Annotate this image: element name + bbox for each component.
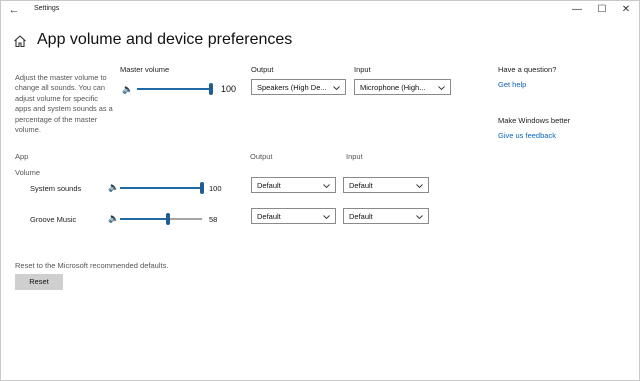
- make-windows-better-heading: Make Windows better: [498, 116, 571, 125]
- slider-thumb[interactable]: [165, 213, 170, 225]
- groove-music-volume-slider[interactable]: [120, 213, 202, 225]
- settings-window: ← Settings — ☐ ✕ App volume and device p…: [0, 0, 640, 381]
- chevron-down-icon: [416, 215, 423, 220]
- master-volume-slider[interactable]: [137, 83, 213, 95]
- chevron-down-icon: [416, 184, 423, 189]
- groove-music-output-value: Default: [257, 212, 281, 221]
- slider-fill: [120, 187, 202, 189]
- give-us-feedback-link[interactable]: Give us feedback: [498, 131, 556, 140]
- title-bar: ← Settings — ☐ ✕: [1, 1, 639, 19]
- slider-thumb[interactable]: [209, 83, 213, 95]
- master-volume-label: Master volume: [120, 65, 170, 74]
- app-name-groove-music: Groove Music: [30, 215, 77, 224]
- chevron-down-icon: [323, 184, 330, 189]
- master-volume-description: Adjust the master volume to change all s…: [15, 73, 113, 135]
- system-sounds-output-value: Default: [257, 181, 281, 190]
- minimize-button[interactable]: —: [567, 2, 587, 18]
- groove-music-input-dropdown[interactable]: Default: [343, 208, 429, 224]
- maximize-button[interactable]: ☐: [592, 2, 612, 18]
- back-arrow-icon[interactable]: ←: [7, 3, 21, 17]
- master-volume-value: 100: [221, 84, 237, 94]
- close-button[interactable]: ✕: [616, 2, 636, 18]
- system-sounds-volume-value: 100: [209, 184, 222, 193]
- window-title: Settings: [34, 5, 60, 12]
- system-sounds-output-dropdown[interactable]: Default: [251, 177, 336, 193]
- slider-fill: [120, 218, 168, 220]
- master-output-value: Speakers (High De...: [257, 83, 327, 92]
- system-sounds-input-dropdown[interactable]: Default: [343, 177, 429, 193]
- speaker-icon[interactable]: 🔈: [122, 84, 133, 94]
- input-column-header: Input: [346, 152, 363, 161]
- system-sounds-input-value: Default: [349, 181, 373, 190]
- page-title: App volume and device preferences: [37, 31, 293, 48]
- master-input-dropdown[interactable]: Microphone (High...: [354, 79, 451, 95]
- output-label: Output: [251, 65, 274, 74]
- get-help-link[interactable]: Get help: [498, 80, 526, 89]
- speaker-icon[interactable]: 🔈: [108, 182, 119, 192]
- slider-fill: [137, 88, 211, 90]
- volume-column-header: Volume: [15, 168, 41, 177]
- chevron-down-icon: [333, 86, 340, 91]
- groove-music-input-value: Default: [349, 212, 373, 221]
- home-icon[interactable]: [13, 34, 27, 48]
- master-output-dropdown[interactable]: Speakers (High De...: [251, 79, 346, 95]
- app-column-header: App: [15, 152, 29, 161]
- input-label: Input: [354, 65, 371, 74]
- speaker-icon[interactable]: 🔈: [108, 213, 119, 223]
- output-column-header: Output: [250, 152, 273, 161]
- chevron-down-icon: [323, 215, 330, 220]
- app-name-system-sounds: System sounds: [30, 184, 82, 193]
- groove-music-volume-value: 58: [209, 215, 218, 224]
- slider-thumb[interactable]: [200, 182, 204, 194]
- groove-music-output-dropdown[interactable]: Default: [251, 208, 336, 224]
- master-input-value: Microphone (High...: [360, 83, 426, 92]
- chevron-down-icon: [438, 86, 445, 91]
- have-a-question-heading: Have a question?: [498, 65, 557, 74]
- system-sounds-volume-slider[interactable]: [120, 182, 204, 194]
- reset-description: Reset to the Microsoft recommended defau…: [15, 261, 169, 270]
- reset-button[interactable]: Reset: [15, 274, 63, 290]
